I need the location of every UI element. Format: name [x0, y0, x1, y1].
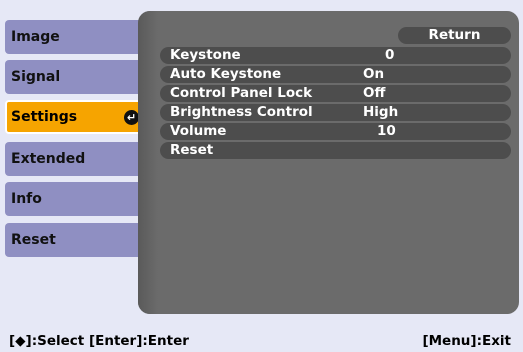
sidebar-item-label: Reset [11, 232, 56, 248]
sidebar-item-image[interactable]: Image [5, 20, 147, 54]
sidebar-item-reset[interactable]: Reset [5, 223, 147, 257]
status-hint-right: [Menu]:Exit [422, 333, 511, 349]
setting-value: High [363, 104, 399, 120]
setting-row-brightness-control[interactable]: Brightness Control High [160, 104, 511, 121]
return-button[interactable]: Return [398, 27, 511, 44]
setting-name: Volume [170, 123, 227, 139]
sidebar-item-label: Settings [11, 109, 78, 125]
setting-row-keystone[interactable]: Keystone 0 [160, 47, 511, 64]
setting-row-auto-keystone[interactable]: Auto Keystone On [160, 66, 511, 83]
sidebar-item-extended[interactable]: Extended [5, 142, 147, 176]
setting-row-reset[interactable]: Reset [160, 142, 511, 159]
setting-name: Control Panel Lock [170, 85, 313, 101]
setting-value: Off [363, 85, 386, 101]
sidebar-item-label: Signal [11, 69, 61, 85]
sidebar-item-label: Info [11, 191, 42, 207]
setting-row-control-panel-lock[interactable]: Control Panel Lock Off [160, 85, 511, 102]
setting-value: On [363, 66, 385, 82]
sidebar-item-label: Extended [11, 151, 86, 167]
setting-name: Auto Keystone [170, 66, 282, 82]
status-bar: [◆]:Select [Enter]:Enter [Menu]:Exit [0, 331, 523, 352]
setting-row-volume[interactable]: Volume 10 [160, 123, 511, 140]
setting-value: 10 [377, 123, 396, 139]
setting-name: Brightness Control [170, 104, 313, 120]
setting-name: Keystone [170, 47, 241, 63]
enter-icon: ↵ [124, 110, 139, 125]
sidebar-item-signal[interactable]: Signal [5, 60, 147, 94]
panel-shadow [138, 11, 158, 314]
status-hint-left: [◆]:Select [Enter]:Enter [9, 333, 189, 349]
sidebar-item-settings[interactable]: Settings ↵ [5, 100, 147, 134]
sidebar-item-label: Image [11, 29, 60, 45]
setting-value: 0 [385, 47, 395, 63]
sidebar-item-info[interactable]: Info [5, 182, 147, 216]
setting-name: Reset [170, 142, 214, 158]
